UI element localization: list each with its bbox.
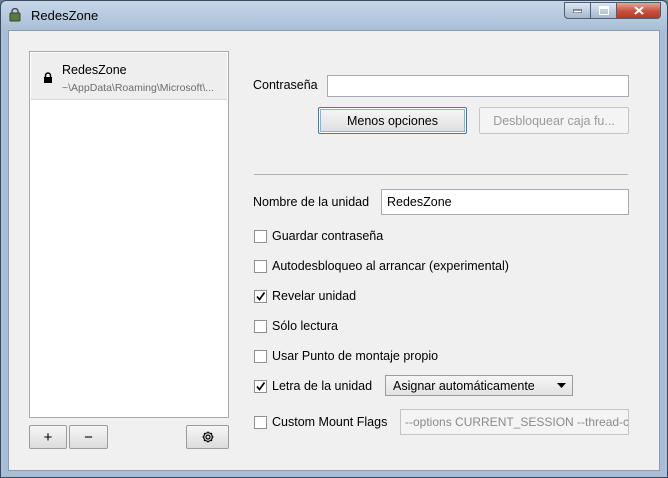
minimize-icon (573, 9, 582, 13)
mount-flags-input[interactable]: --options CURRENT_SESSION --thread-c (400, 409, 629, 435)
drive-letter-checkbox[interactable] (254, 380, 267, 393)
auto-unlock-label: Autodesbloqueo al arrancar (experimental… (272, 259, 509, 273)
lock-icon (44, 72, 52, 83)
drive-letter-select[interactable]: Asignar automáticamente (385, 375, 573, 396)
checkmark-icon (256, 382, 266, 391)
save-password-label: Guardar contraseña (272, 229, 384, 243)
main-panel: RedesZone ~\AppData\Roaming\Microsoft\..… (8, 30, 660, 471)
vault-list[interactable]: RedesZone ~\AppData\Roaming\Microsoft\..… (29, 51, 229, 418)
drive-letter-label: Letra de la unidad (272, 379, 373, 393)
dropdown-arrow-icon (557, 383, 566, 388)
read-only-checkbox[interactable] (254, 320, 267, 333)
maximize-button[interactable] (591, 2, 617, 19)
checkmark-icon (256, 292, 266, 301)
title-bar[interactable]: RedesZone (1, 1, 667, 29)
reveal-drive-checkbox[interactable] (254, 290, 267, 303)
app-icon (9, 8, 21, 22)
unlock-vault-button[interactable]: Desbloquear caja fu... (479, 107, 629, 134)
maximize-icon (598, 6, 609, 15)
add-vault-button[interactable]: + (29, 425, 67, 449)
drive-name-input[interactable]: RedesZone (381, 189, 629, 215)
app-window: RedesZone RedesZone ~\AppData\Roaming\Mi… (0, 0, 668, 478)
reveal-drive-label: Revelar unidad (272, 289, 357, 303)
minimize-button[interactable] (564, 2, 591, 19)
remove-vault-button[interactable]: − (69, 425, 108, 449)
settings-button[interactable] (186, 425, 229, 449)
custom-mount-point-label: Usar Punto de montaje propio (272, 349, 439, 363)
less-options-button[interactable]: Menos opciones (318, 107, 467, 134)
read-only-label: Sólo lectura (272, 319, 339, 333)
password-label: Contraseña (253, 78, 318, 92)
password-input[interactable] (327, 75, 629, 97)
window-controls (564, 2, 661, 19)
auto-unlock-checkbox[interactable] (254, 260, 267, 273)
custom-mount-flags-checkbox[interactable] (254, 416, 267, 429)
gear-icon (202, 431, 213, 443)
close-icon (633, 6, 644, 15)
save-password-checkbox[interactable] (254, 230, 267, 243)
vault-name: RedesZone (62, 63, 127, 77)
vault-item[interactable]: RedesZone ~\AppData\Roaming\Microsoft\..… (31, 53, 227, 100)
drive-letter-selected: Asignar automáticamente (393, 378, 535, 393)
vault-path: ~\AppData\Roaming\Microsoft\... (62, 82, 215, 94)
drive-name-label: Nombre de la unidad (253, 195, 370, 209)
close-button[interactable] (617, 2, 661, 19)
window-title: RedesZone (31, 8, 99, 23)
separator (254, 174, 628, 175)
custom-mount-point-checkbox[interactable] (254, 350, 267, 363)
custom-mount-flags-label: Custom Mount Flags (272, 415, 388, 429)
